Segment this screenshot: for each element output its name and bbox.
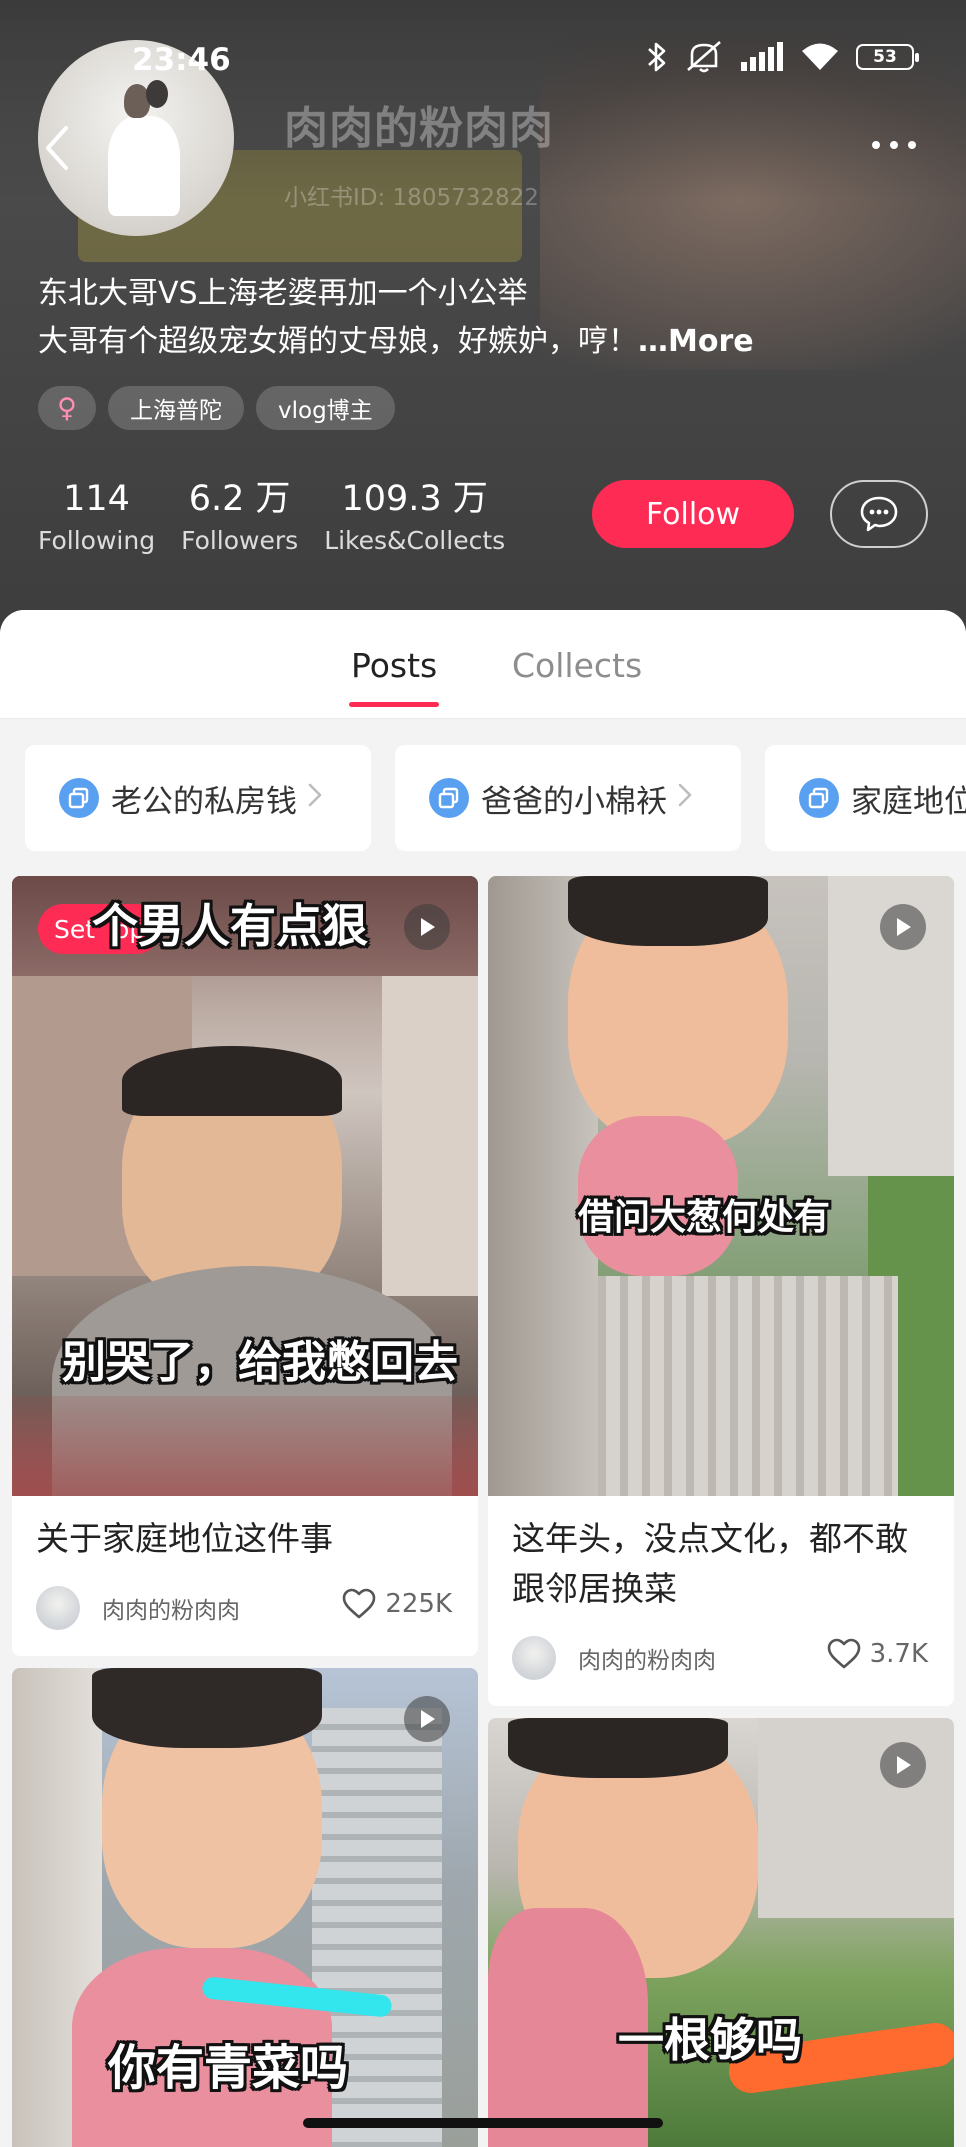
more-options-button[interactable] (872, 130, 928, 160)
collection-icon (429, 778, 469, 818)
chevron-right-icon (307, 778, 323, 818)
post-caption: 别哭了，给我憋回去 (62, 1337, 458, 1388)
gender-tag: ♀ (38, 386, 96, 430)
chevron-right-icon (677, 778, 693, 818)
post-thumbnail: 你有青菜吗 (12, 1668, 478, 2147)
post-thumbnail: Set Top 个男人有点狠 别哭了，给我憋回去 (12, 876, 478, 1496)
play-icon (880, 904, 926, 950)
profile-nickname: 肉肉的粉肉肉 (284, 103, 554, 154)
location-tag: 上海普陀 (108, 386, 244, 430)
bio-line-2: 大哥有个超级宠女婿的丈母娘，好嫉妒，哼！…More (38, 318, 938, 366)
post-caption: 你有青菜吗 (108, 2040, 349, 2096)
battery-icon: 53 (856, 44, 919, 70)
profile-tags: ♀ 上海普陀 vlog博主 (38, 386, 395, 430)
stat-likes-value: 109.3 万 (341, 479, 488, 519)
collection-item[interactable]: 爸爸的小棉袄 (395, 745, 741, 851)
tab-active-indicator (349, 702, 439, 707)
category-tag: vlog博主 (256, 386, 395, 430)
like-button[interactable]: 225K (341, 1588, 452, 1620)
mute-icon (687, 41, 721, 73)
post-title: 这年头，没点文化，都不敢跟邻居换菜 (512, 1519, 908, 1608)
follow-button[interactable]: Follow (592, 480, 794, 548)
post-caption: 一根够吗 (618, 2013, 802, 2067)
play-icon (880, 1742, 926, 1788)
post-card[interactable]: 你有青菜吗 (12, 1668, 478, 2147)
profile-stats: 114 Following 6.2 万 Followers 109.3 万 Li… (38, 478, 505, 555)
post-author[interactable]: 肉肉的粉肉肉 (36, 1586, 240, 1630)
stat-followers-value: 6.2 万 (188, 479, 291, 519)
play-icon (404, 904, 450, 950)
stat-likes-label: Likes&Collects (324, 526, 506, 555)
collection-icon (799, 778, 839, 818)
like-count: 3.7K (869, 1639, 928, 1669)
post-thumbnail: 借问大葱何处有 (488, 876, 954, 1496)
bio-more-link[interactable]: …More (638, 324, 754, 359)
chat-bubble-icon (860, 496, 898, 532)
stat-following-value: 114 (63, 479, 130, 519)
play-icon (404, 1696, 450, 1742)
profile-tabs: Posts Collects (0, 610, 966, 719)
tab-collects[interactable]: Collects (512, 646, 642, 685)
post-thumbnail: 一根够吗 (488, 1718, 954, 2147)
collection-label: 家庭地位 (851, 783, 966, 820)
back-icon (46, 126, 68, 170)
post-card[interactable]: Set Top 个男人有点狠 别哭了，给我憋回去 关于家庭地位这件事 肉肉的粉肉… (12, 876, 478, 1656)
collection-item[interactable]: 家庭地位 (765, 745, 966, 851)
post-caption-top: 个男人有点狠 (92, 899, 368, 953)
bio-line-1: 东北大哥VS上海老婆再加一个小公举 (38, 276, 528, 311)
status-time: 23:46 (132, 42, 231, 78)
profile-user-id: 小红书ID: 1805732822 (284, 185, 539, 211)
post-author[interactable]: 肉肉的粉肉肉 (512, 1636, 716, 1680)
stat-followers-label: Followers (181, 526, 299, 555)
like-button[interactable]: 3.7K (826, 1638, 928, 1670)
post-title: 关于家庭地位这件事 (36, 1519, 333, 1558)
bio-line-2-text: 大哥有个超级宠女婿的丈母娘，好嫉妒，哼！ (38, 324, 638, 359)
post-card[interactable]: 一根够吗 (488, 1718, 954, 2147)
profile-header: 23:46 53 肉肉的粉肉肉 小红书ID: 1805732822 东北大哥VS… (0, 0, 966, 640)
home-indicator[interactable] (303, 2118, 663, 2128)
avatar-figure-dress (108, 116, 180, 216)
heart-icon (827, 1638, 860, 1669)
collection-label: 爸爸的小棉袄 (481, 783, 667, 820)
back-button[interactable] (38, 118, 78, 178)
stat-likes-collects[interactable]: 109.3 万 Likes&Collects (324, 478, 505, 555)
bluetooth-icon (648, 42, 666, 72)
like-count: 225K (385, 1589, 452, 1619)
collection-icon (59, 778, 99, 818)
collection-label: 老公的私房钱 (111, 783, 297, 820)
signal-icon (741, 42, 783, 71)
author-avatar (36, 1586, 80, 1630)
wifi-icon (802, 43, 838, 70)
post-card[interactable]: 借问大葱何处有 这年头，没点文化，都不敢跟邻居换菜 肉肉的粉肉肉 3.7K (488, 876, 954, 1706)
stat-following-label: Following (38, 526, 156, 555)
post-caption: 借问大葱何处有 (578, 1197, 831, 1238)
heart-icon (343, 1588, 376, 1619)
author-name: 肉肉的粉肉肉 (578, 1648, 716, 1674)
author-avatar (512, 1636, 556, 1680)
stat-following[interactable]: 114 Following (38, 478, 155, 555)
profile-bio: 东北大哥VS上海老婆再加一个小公举 大哥有个超级宠女婿的丈母娘，好嫉妒，哼！…M… (38, 270, 938, 366)
collection-item[interactable]: 老公的私房钱 (25, 745, 371, 851)
stat-followers[interactable]: 6.2 万 Followers (181, 478, 298, 555)
chat-button[interactable] (830, 480, 928, 548)
more-dots-icon (872, 141, 916, 149)
author-name: 肉肉的粉肉肉 (102, 1598, 240, 1624)
tab-posts[interactable]: Posts (351, 646, 437, 685)
status-icons: 53 (646, 40, 919, 74)
